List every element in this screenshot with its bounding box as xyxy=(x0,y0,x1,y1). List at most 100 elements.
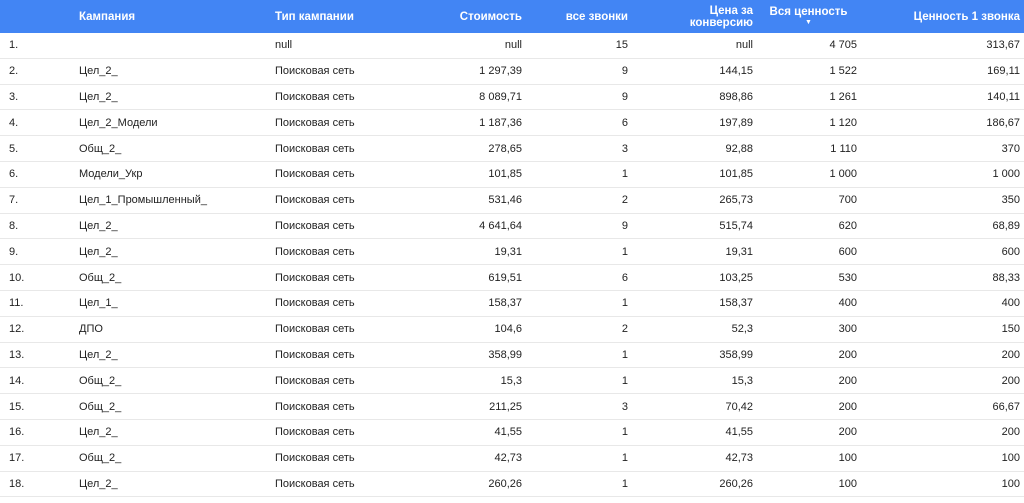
cost-value: 211,25 xyxy=(489,400,522,413)
cost-per-conversion-value: 144,15 xyxy=(719,65,753,78)
table-row[interactable]: 1. null null 15 null 4 705 313,67 xyxy=(0,33,1024,59)
value-per-call: 313,67 xyxy=(986,39,1020,52)
header-campaign[interactable]: Кампания xyxy=(79,0,239,33)
table-row[interactable]: 12. ДПО Поисковая сеть 104,6 2 52,3 300 150 xyxy=(0,317,1024,343)
value-per-call: 200 xyxy=(1001,348,1020,361)
total-value: 400 xyxy=(838,297,857,310)
calls-value: 1 xyxy=(621,168,628,181)
row-number: 3. xyxy=(9,90,19,103)
table-header: Кампания Тип кампании Стоимость все звон… xyxy=(0,0,1024,33)
cost-value: 260,26 xyxy=(488,477,522,490)
cost-per-conversion-value: 260,26 xyxy=(719,477,753,490)
campaign-name: Цел_2_ xyxy=(79,348,118,361)
row-number: 12. xyxy=(9,323,25,336)
header-campaign-type[interactable]: Тип кампании xyxy=(275,0,425,33)
campaign-name: Общ_2_ xyxy=(79,452,122,465)
cost-per-conversion-value: 15,3 xyxy=(731,374,753,387)
campaign-name: Цел_2_ xyxy=(79,426,118,439)
header-total-value[interactable]: Вся ценность ▼ xyxy=(760,0,857,33)
table-row[interactable]: 10. Общ_2_ Поисковая сеть 619,51 6 103,25 530 8… xyxy=(0,265,1024,291)
table-row[interactable]: 3. Цел_2_ Поисковая сеть 8 089,71 9 898,86 1 2… xyxy=(0,85,1024,111)
table-row[interactable]: 2. Цел_2_ Поисковая сеть 1 297,39 9 144,15 1 5… xyxy=(0,59,1024,85)
campaign-name: Цел_2_ xyxy=(79,245,118,258)
table-row[interactable]: 5. Общ_2_ Поисковая сеть 278,65 3 92,88 1 110 3… xyxy=(0,136,1024,162)
table-row[interactable]: 17. Общ_2_ Поисковая сеть 42,73 1 42,73 100 100 xyxy=(0,446,1024,472)
campaign-name: Цел_2_ xyxy=(79,477,118,490)
value-per-call: 88,33 xyxy=(992,271,1020,284)
row-number: 14. xyxy=(9,374,25,387)
row-number: 9. xyxy=(9,245,19,258)
cost-value: 358,99 xyxy=(488,348,522,361)
calls-value: 9 xyxy=(621,65,628,78)
calls-value: 1 xyxy=(621,245,628,258)
calls-value: 1 xyxy=(621,477,628,490)
calls-value: 1 xyxy=(621,348,628,361)
total-value: 4 705 xyxy=(829,39,857,52)
cost-value: 278,65 xyxy=(488,142,522,155)
cost-per-conversion-value: 103,25 xyxy=(719,271,753,284)
total-value: 530 xyxy=(838,271,857,284)
table-row[interactable]: 15. Общ_2_ Поисковая сеть 211,25 3 70,42 200 66… xyxy=(0,394,1024,420)
campaign-type: Поисковая сеть xyxy=(275,374,355,387)
campaign-type: Поисковая сеть xyxy=(275,271,355,284)
cost-value: 4 641,64 xyxy=(479,219,522,232)
cost-value: 619,51 xyxy=(488,271,522,284)
header-all-calls[interactable]: все звонки xyxy=(532,0,628,33)
total-value: 1 261 xyxy=(829,90,857,103)
table-row[interactable]: 8. Цел_2_ Поисковая сеть 4 641,64 9 515,74 620… xyxy=(0,214,1024,240)
header-cost[interactable]: Стоимость xyxy=(420,0,522,33)
calls-value: 15 xyxy=(615,39,628,52)
value-per-call: 169,11 xyxy=(987,65,1020,78)
table-row[interactable]: 14. Общ_2_ Поисковая сеть 15,3 1 15,3 200 200 xyxy=(0,368,1024,395)
row-number: 11. xyxy=(9,297,24,310)
header-cost-per-conversion[interactable]: Цена за конверсию xyxy=(640,0,753,33)
cost-value: 1 297,39 xyxy=(479,65,522,78)
campaign-type: null xyxy=(275,39,293,52)
total-value: 1 110 xyxy=(830,142,857,155)
total-value: 1 120 xyxy=(829,116,857,129)
row-number: 18. xyxy=(9,477,25,490)
header-value-per-call[interactable]: Ценность 1 звонка xyxy=(870,0,1020,33)
cost-per-conversion-value: 265,73 xyxy=(719,194,753,207)
table-row[interactable]: 4. Цел_2_Модели Поисковая сеть 1 187,36 6 197… xyxy=(0,110,1024,137)
campaign-type: Поисковая сеть xyxy=(275,219,355,232)
cost-value: 15,3 xyxy=(500,374,522,387)
table-row[interactable]: 11. Цел_1_ Поисковая сеть 158,37 1 158,37 400 4… xyxy=(0,291,1024,317)
value-per-call: 68,89 xyxy=(992,219,1020,232)
value-per-call: 600 xyxy=(1001,245,1020,258)
value-per-call: 370 xyxy=(1001,142,1020,155)
cost-per-conversion-value: 898,86 xyxy=(719,90,753,103)
cost-per-conversion-value: 19,31 xyxy=(725,245,753,258)
table-row[interactable]: 16. Цел_2_ Поисковая сеть 41,55 1 41,55 200 200 xyxy=(0,420,1024,446)
cost-per-conversion-value: 197,89 xyxy=(719,116,753,129)
cost-per-conversion-value: 358,99 xyxy=(719,348,753,361)
table-row[interactable]: 9. Цел_2_ Поисковая сеть 19,31 1 19,31 600 600 xyxy=(0,239,1024,266)
campaign-name: Модели_Укр xyxy=(79,168,143,181)
value-per-call: 100 xyxy=(1001,477,1020,490)
cost-value: 531,46 xyxy=(488,194,522,207)
table-row[interactable]: 6. Модели_Укр Поисковая сеть 101,85 1 101,85 1… xyxy=(0,162,1024,188)
cost-per-conversion-value: 515,74 xyxy=(719,219,753,232)
cost-per-conversion-value: 101,85 xyxy=(719,168,753,181)
table-row[interactable]: 18. Цел_2_ Поисковая сеть 260,26 1 260,26 100 1… xyxy=(0,472,1024,498)
table-row[interactable]: 7. Цел_1_Промышленный_ Поисковая сеть 531,4… xyxy=(0,188,1024,214)
total-value: 620 xyxy=(838,219,857,232)
campaign-name: Общ_2_ xyxy=(79,374,122,387)
campaign-name: Общ_2_ xyxy=(79,271,122,284)
cost-per-conversion-value: null xyxy=(735,39,753,52)
table-row[interactable]: 13. Цел_2_ Поисковая сеть 358,99 1 358,99 200 2… xyxy=(0,343,1024,369)
calls-value: 9 xyxy=(621,219,628,232)
campaign-name: ДПО xyxy=(79,323,103,336)
value-per-call: 1 000 xyxy=(992,168,1020,181)
row-number: 16. xyxy=(9,426,25,439)
row-number: 6. xyxy=(9,168,19,181)
campaign-type: Поисковая сеть xyxy=(275,477,355,490)
row-number: 7. xyxy=(9,194,19,207)
cost-per-conversion-value: 52,3 xyxy=(731,323,753,336)
row-number: 8. xyxy=(9,219,19,232)
calls-value: 3 xyxy=(621,142,628,155)
campaign-type: Поисковая сеть xyxy=(275,194,355,207)
row-number: 2. xyxy=(9,65,19,78)
total-value: 600 xyxy=(838,245,857,258)
campaign-type: Поисковая сеть xyxy=(275,297,355,310)
